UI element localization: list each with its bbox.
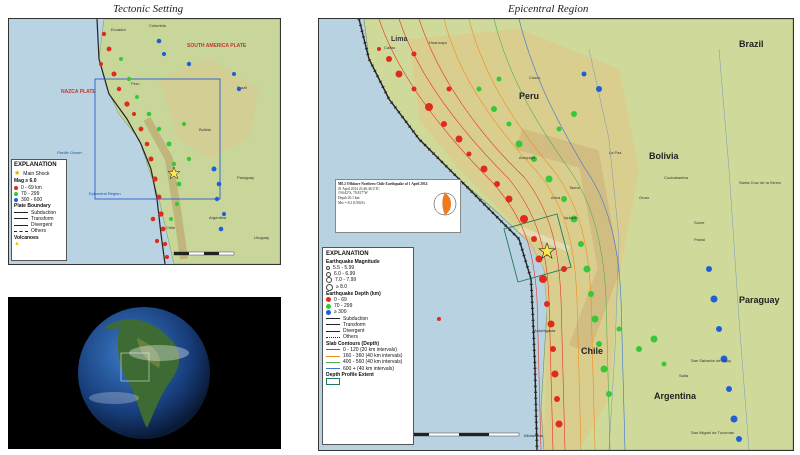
- la-paz-label: La Paz: [609, 150, 621, 155]
- globe-inset: [8, 297, 281, 449]
- peru-label: Peru: [519, 91, 539, 101]
- mag-label-3: 7.0 - 7.99: [335, 277, 357, 284]
- santa-cruz-label: Santa Cruz de la Sierra: [739, 180, 781, 185]
- transform-line-icon: [14, 218, 28, 220]
- south-america-plate-label: SOUTH AMERICA PLATE: [187, 43, 247, 49]
- slab-label-4: 600 + (40 km intervals): [343, 365, 394, 372]
- globe-svg: [78, 307, 210, 439]
- scale-label: Kilometers: [524, 433, 543, 438]
- slab-line-1: [326, 349, 340, 351]
- arica-label: Arica: [551, 195, 561, 200]
- mag-dot-4: [326, 283, 333, 291]
- tacna-label: Tacna: [569, 185, 580, 190]
- iquique-label: Iquique: [564, 215, 578, 220]
- callao-label: Callao: [384, 45, 396, 50]
- volcano-icon: ▲: [14, 240, 20, 247]
- left-panel-title: Tectonic Setting: [113, 3, 184, 15]
- mag-dot-3: [326, 277, 332, 284]
- slab-line-4: [326, 368, 340, 370]
- oruro-label: Oruro: [639, 195, 650, 200]
- cusco-label: Cusco: [529, 75, 541, 80]
- depth-dot-300: [326, 309, 331, 315]
- depth-dot-shallow: [14, 185, 18, 190]
- depth-dot-intermediate: [14, 191, 18, 196]
- mag-dot-2: [326, 271, 331, 277]
- slab-line-2: [326, 355, 340, 357]
- boundary-others-r: Others: [343, 334, 359, 341]
- lima-label: Lima: [391, 36, 407, 43]
- main-shock-label: Main Shock: [23, 170, 50, 177]
- peru-label-left: Peru: [131, 81, 139, 86]
- legend-title-right: EXPLANATION: [326, 251, 369, 257]
- nazca-plate-label: NAZCA PLATE: [61, 89, 96, 95]
- salta-label: Salta: [679, 373, 689, 378]
- others-line-icon: [14, 230, 28, 232]
- transform-line-icon-r: [326, 324, 340, 326]
- legend-title: EXPLANATION: [14, 162, 57, 168]
- tectonic-setting-map[interactable]: NAZCA PLATE SOUTH AMERICA PLATE Epicentr…: [8, 18, 281, 265]
- antofagasta-label: Antofagasta: [534, 328, 556, 333]
- uruguay-label-left: Uruguay: [254, 235, 269, 240]
- depth-dot-0: [326, 297, 331, 303]
- subduction-line-icon: [14, 212, 28, 214]
- huancayo-label: Huancayo: [429, 40, 448, 45]
- boundary-others: Others: [31, 228, 47, 235]
- chile-label: Chile: [581, 346, 603, 356]
- beachball-icon: [433, 193, 457, 216]
- bolivia-label-left: Bolivia: [199, 127, 212, 132]
- epicentral-region-map[interactable]: Peru Bolivia Chile Brazil Paraguay Argen…: [318, 18, 794, 451]
- divergent-line-icon: [14, 224, 28, 226]
- epicentral-legend: EXPLANATION Earthquake Magnitude 5.5 - 5…: [322, 247, 414, 445]
- epicentral-region-label: Epicentral Region: [89, 191, 121, 196]
- depth-dot-70: [326, 303, 331, 309]
- paraguay-label: Paraguay: [739, 295, 780, 305]
- jujuy-label: San Salvador de Jujuy: [691, 358, 731, 363]
- depth-dot-deep: [14, 198, 18, 203]
- chile-label-left: Chile: [166, 225, 176, 230]
- cochabamba-label: Cochabamba: [664, 175, 689, 180]
- divergent-line-icon-r: [326, 330, 340, 332]
- profile-box-icon: [326, 378, 340, 385]
- subduction-line-icon-r: [326, 318, 340, 320]
- ocean-label: Pacific Ocean: [57, 150, 82, 155]
- slab-line-3: [326, 361, 340, 363]
- scale-bar-left: [173, 251, 235, 256]
- tectonic-legend: EXPLANATION ★ Main Shock Mag ≥ 6.0 0 - 69…: [11, 159, 67, 261]
- colombia-label-left: Colombia: [149, 23, 167, 28]
- ecuador-label: Ecuador: [111, 27, 127, 32]
- tucuman-label: San Miguel de Tucuman: [691, 430, 734, 435]
- mag-dot-1: [326, 265, 330, 270]
- bolivia-label: Bolivia: [649, 151, 680, 161]
- right-panel-title: Epicentral Region: [508, 3, 589, 15]
- potosi-label: Potosi: [694, 237, 705, 242]
- paraguay-label-left: Paraguay: [237, 175, 254, 180]
- argentina-label: Argentina: [654, 391, 697, 401]
- arequipa-label: Arequipa: [519, 155, 536, 160]
- others-line-icon-r: [326, 336, 340, 338]
- sucre-label: Sucre: [694, 220, 705, 225]
- mag-label-4: ≥ 8.0: [336, 283, 348, 290]
- info-line4: Mw = 8.2 (USGS): [338, 200, 365, 205]
- star-icon: ★: [14, 169, 21, 177]
- brazil-label: Brazil: [739, 39, 764, 49]
- earthquake-info-box: M8.2 Offshore Northern Chile Earthquake …: [335, 179, 461, 233]
